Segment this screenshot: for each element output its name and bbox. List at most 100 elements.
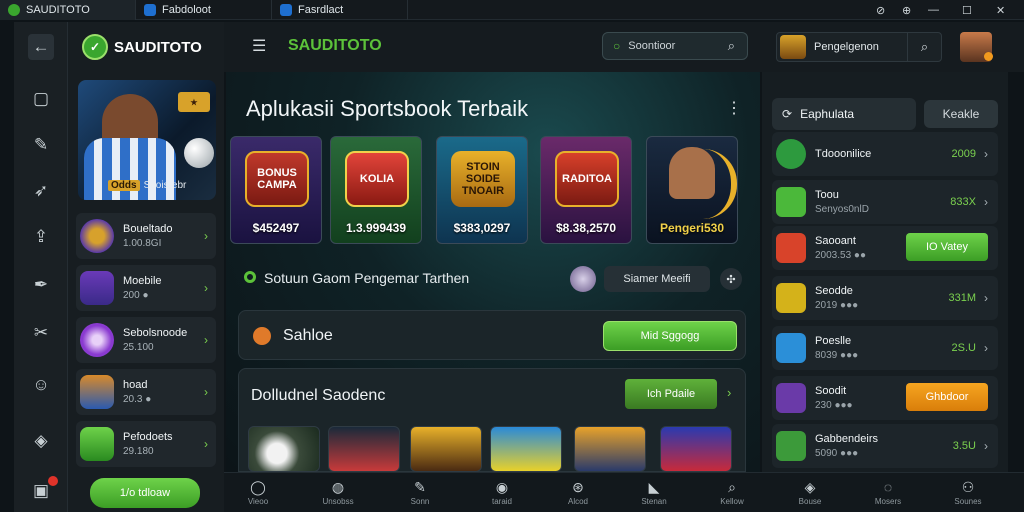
chat-bubble-icon: ◍	[331, 479, 345, 495]
game-avatar	[80, 427, 114, 461]
extension-icon[interactable]: ⊕	[902, 0, 911, 20]
game-thumbnail[interactable]	[248, 426, 320, 472]
download-button[interactable]: Ghbdoor	[906, 383, 988, 411]
list-item[interactable]: Moebile 200 ● ›	[76, 265, 216, 311]
share-icon[interactable]: ✣	[720, 268, 742, 290]
featured-player-banner[interactable]: ★ Odds Saoisrebr	[78, 80, 216, 200]
sauditoto-logo-icon: ✓	[82, 34, 108, 60]
promo-button[interactable]: Mid Sggogg	[603, 321, 737, 351]
game-thumbnail[interactable]	[660, 426, 732, 472]
game-card[interactable]: STOIN SOIDE TNOAIR $383,0297	[436, 136, 528, 244]
app-title: Tdooonilice	[815, 148, 872, 160]
record-icon[interactable]: ⊘	[876, 0, 885, 20]
browser-tab-sauditoto[interactable]: SAUDITOTO	[0, 0, 136, 20]
app-title: Toou	[815, 189, 839, 201]
search-input[interactable]: ○ Soontioor ⌕	[602, 32, 748, 60]
account-label: Pengelgenon	[814, 41, 879, 53]
shield-icon: ◈	[804, 479, 816, 495]
smile-icon[interactable]: ☺	[28, 372, 54, 398]
browser-tab-3[interactable]: Fasrdlact	[272, 0, 408, 20]
cube-icon[interactable]: ◈	[28, 428, 54, 454]
game-avatar	[80, 271, 114, 305]
item-sub: 25.100	[123, 342, 154, 353]
window-titlebar: SAUDITOTO Fabdoloot Fasrdlact ⊘ ⊕ — ☐ ✕	[0, 0, 1024, 20]
game-thumbnail[interactable]	[410, 426, 482, 472]
app-row[interactable]: Poeslle 8039 ●●● 2S.U ›	[772, 326, 998, 370]
nav-item-chat[interactable]: ◍ Unsobss	[308, 479, 368, 506]
list-item[interactable]: hoad 20.3 ● ›	[76, 369, 216, 415]
maximize-button[interactable]: ☐	[962, 0, 972, 20]
app-icon	[776, 431, 806, 461]
app-row[interactable]: Seodde 2019 ●●● 331M ›	[772, 276, 998, 320]
browser-tab-2[interactable]: Fabdoloot	[136, 0, 272, 20]
app-value: 2S.U	[951, 342, 976, 354]
user-chip-label: Siamer Meeifi	[623, 273, 691, 285]
user-chip[interactable]: Siamer Meeifi	[604, 266, 710, 292]
brand-logo[interactable]: ✓ SAUDITOTO	[82, 34, 202, 60]
app-title: Saooant	[815, 235, 856, 247]
nav-item-messages[interactable]: ◌ Mosers	[858, 479, 918, 506]
tab-secondary[interactable]: Keakle	[924, 100, 998, 128]
tab-favicon-icon	[280, 3, 292, 16]
edit-icon[interactable]: ✎	[28, 132, 54, 158]
chevron-right-icon: ›	[204, 333, 208, 347]
nav-label: Alcod	[567, 497, 588, 506]
game-thumbnail[interactable]	[574, 426, 646, 472]
back-arrow-icon[interactable]: ←	[28, 34, 54, 60]
nav-item-shield[interactable]: ◈ Bouse	[780, 479, 840, 506]
app-row[interactable]: Gabbendeirs 5090 ●●● 3.5U ›	[772, 424, 998, 468]
game-card[interactable]: BONUS CAMPA $452497	[230, 136, 322, 244]
chat-icon[interactable]: ▢	[28, 86, 54, 112]
tab-favicon-icon	[144, 3, 156, 16]
minimize-button[interactable]: —	[928, 0, 939, 20]
nav-item-target[interactable]: ◉ taraid	[472, 479, 532, 506]
pen-icon[interactable]: ✒	[28, 272, 54, 298]
app-sub: 230 ●●●	[815, 400, 853, 411]
list-item[interactable]: Sebolsnoode 25.100 ›	[76, 317, 216, 363]
list-item[interactable]: Boueltado 1.00.8GI ›	[76, 213, 216, 259]
view-all-button[interactable]: Ich Pdaile	[625, 379, 717, 409]
game-card[interactable]: RADITOA $8.38,2570	[540, 136, 632, 244]
app-title: Seodde	[815, 285, 853, 297]
game-card[interactable]: KOLIA 1.3.999439	[330, 136, 422, 244]
app-sub: 2003.53 ●●	[815, 250, 867, 261]
close-button[interactable]: ✕	[996, 0, 1005, 20]
rocket-icon[interactable]: ➶	[28, 178, 54, 204]
game-thumbnail[interactable]	[490, 426, 562, 472]
chevron-right-icon: ›	[984, 291, 988, 305]
tab-apps[interactable]: ⟳ Eaphulata	[772, 98, 916, 130]
item-sub: 200 ●	[123, 290, 149, 301]
more-options-icon[interactable]: ⋮	[726, 98, 742, 118]
download-app-button[interactable]: 1/o tdloaw	[90, 478, 200, 508]
search-icon: ⌕	[728, 479, 736, 495]
magnifier-icon: ⌕	[727, 38, 735, 53]
chevron-right-icon: ›	[204, 437, 208, 451]
bottom-navigation: ◯ Vieoo ◍ Unsobss ✎ Sonn ◉ taraid ⊛ Alcod ◣ St…	[224, 472, 1024, 512]
share-icon[interactable]: ⇪	[28, 224, 54, 250]
app-value: 3.5U	[952, 440, 976, 452]
app-row[interactable]: Soodit 230 ●●● Ghbdoor	[772, 376, 998, 420]
search-icon: ○	[613, 39, 621, 53]
game-avatar	[80, 375, 114, 409]
game-card[interactable]: Pengeri530	[646, 136, 738, 244]
app-row[interactable]: Saooant 2003.53 ●● IO Vatey	[772, 226, 998, 270]
account-search[interactable]: Pengelgenon ⌕	[776, 32, 942, 62]
nav-item-globe[interactable]: ⊛ Alcod	[548, 479, 608, 506]
search-placeholder: Soontioor	[628, 40, 676, 52]
app-row[interactable]: Toou Senyos0nlD 833X ›	[772, 180, 998, 224]
nav-item-profile[interactable]: ⚇ Sounes	[938, 479, 998, 506]
tools-icon[interactable]: ✂	[28, 320, 54, 346]
nav-item-bookmark[interactable]: ◣ Stenan	[624, 479, 684, 506]
nav-item-search[interactable]: ⌕ Kellow	[702, 479, 762, 506]
app-value: 833X	[950, 196, 976, 208]
play-button[interactable]: IO Vatey	[906, 233, 988, 261]
app-row[interactable]: Tdooonilice 2009 ›	[772, 132, 998, 176]
nav-item-edit[interactable]: ✎ Sonn	[390, 479, 450, 506]
chevron-right-icon[interactable]: ›	[727, 385, 731, 400]
magnifier-icon[interactable]: ⌕	[907, 33, 941, 61]
chevron-right-icon: ›	[204, 385, 208, 399]
game-thumbnail[interactable]	[328, 426, 400, 472]
nav-item-video[interactable]: ◯ Vieoo	[228, 479, 288, 506]
list-item[interactable]: Pefodoets 29.180 ›	[76, 421, 216, 467]
hamburger-menu-icon[interactable]: ☰	[252, 36, 266, 56]
